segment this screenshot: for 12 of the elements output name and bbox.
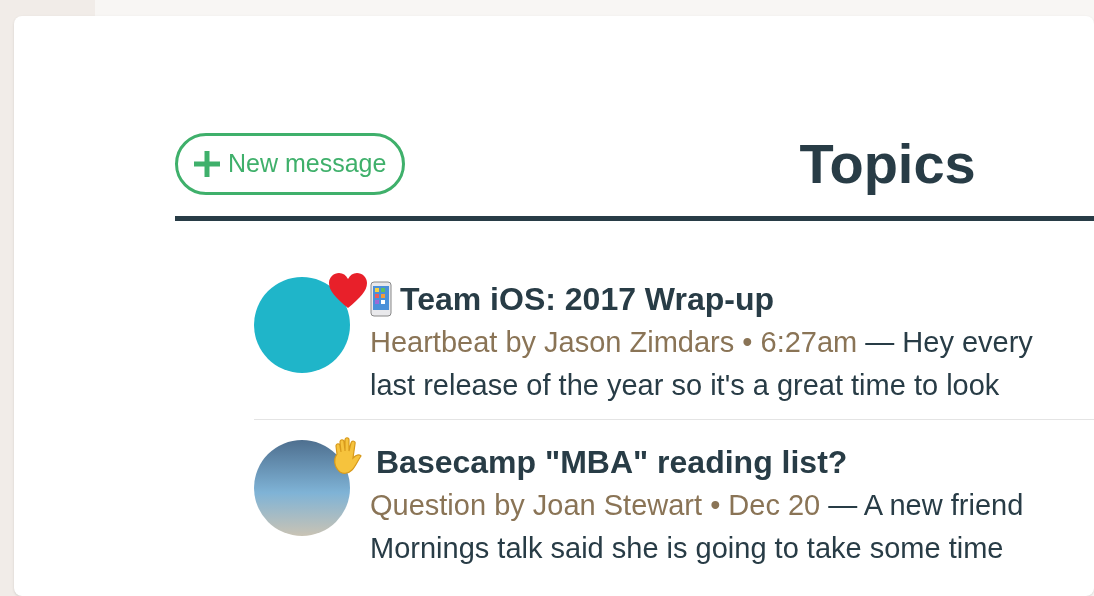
topic-title[interactable]: Basecamp "MBA" reading list?	[376, 438, 848, 486]
topic-excerpt: — A new friend	[828, 488, 1024, 523]
phone-icon	[370, 281, 392, 317]
plus-icon	[194, 151, 220, 177]
page-heading: Topics	[799, 131, 976, 197]
heart-icon	[328, 273, 368, 309]
topic-excerpt: last release of the year so it's a great time to look	[370, 368, 1001, 403]
topic-excerpt: — Hey every	[865, 325, 1033, 360]
topic-title[interactable]: Team iOS: 2017 Wrap-up	[400, 275, 775, 323]
topic-meta: Heartbeat by Jason Zimdars • 6:27am	[370, 325, 858, 360]
topic-excerpt: Mornings talk said she is going to take some time	[370, 531, 1005, 566]
topic-meta: Question by Joan Stewart • Dec 20	[370, 488, 821, 523]
